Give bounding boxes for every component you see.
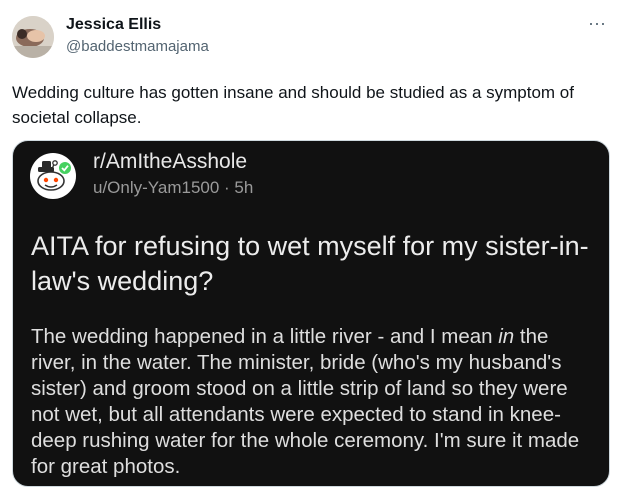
post-body: The wedding happened in a little river -…: [31, 324, 597, 480]
post-body-emphasis: in: [498, 325, 515, 348]
subreddit-name: r/AmItheAsshole: [93, 150, 248, 173]
author-handle[interactable]: @baddestmamajama: [66, 38, 209, 55]
post-title: AITA for refusing to wet myself for my s…: [31, 231, 589, 296]
avatar[interactable]: [12, 16, 54, 58]
more-options-icon[interactable]: ···: [582, 14, 612, 36]
post-body-start: The wedding happened in a little river -…: [31, 325, 499, 348]
tweet-text: Wedding culture has gotten insane and sh…: [12, 83, 574, 127]
embedded-reddit-screenshot[interactable]: r/AmItheAsshole u/Only-Yam1500 · 5h AITA…: [12, 140, 610, 487]
author-name[interactable]: Jessica Ellis: [66, 16, 161, 34]
post-meta: u/Only-Yam1500 · 5h: [93, 178, 254, 197]
profile-photo-icon: [12, 16, 54, 58]
reddit-alien-icon: [30, 153, 76, 199]
